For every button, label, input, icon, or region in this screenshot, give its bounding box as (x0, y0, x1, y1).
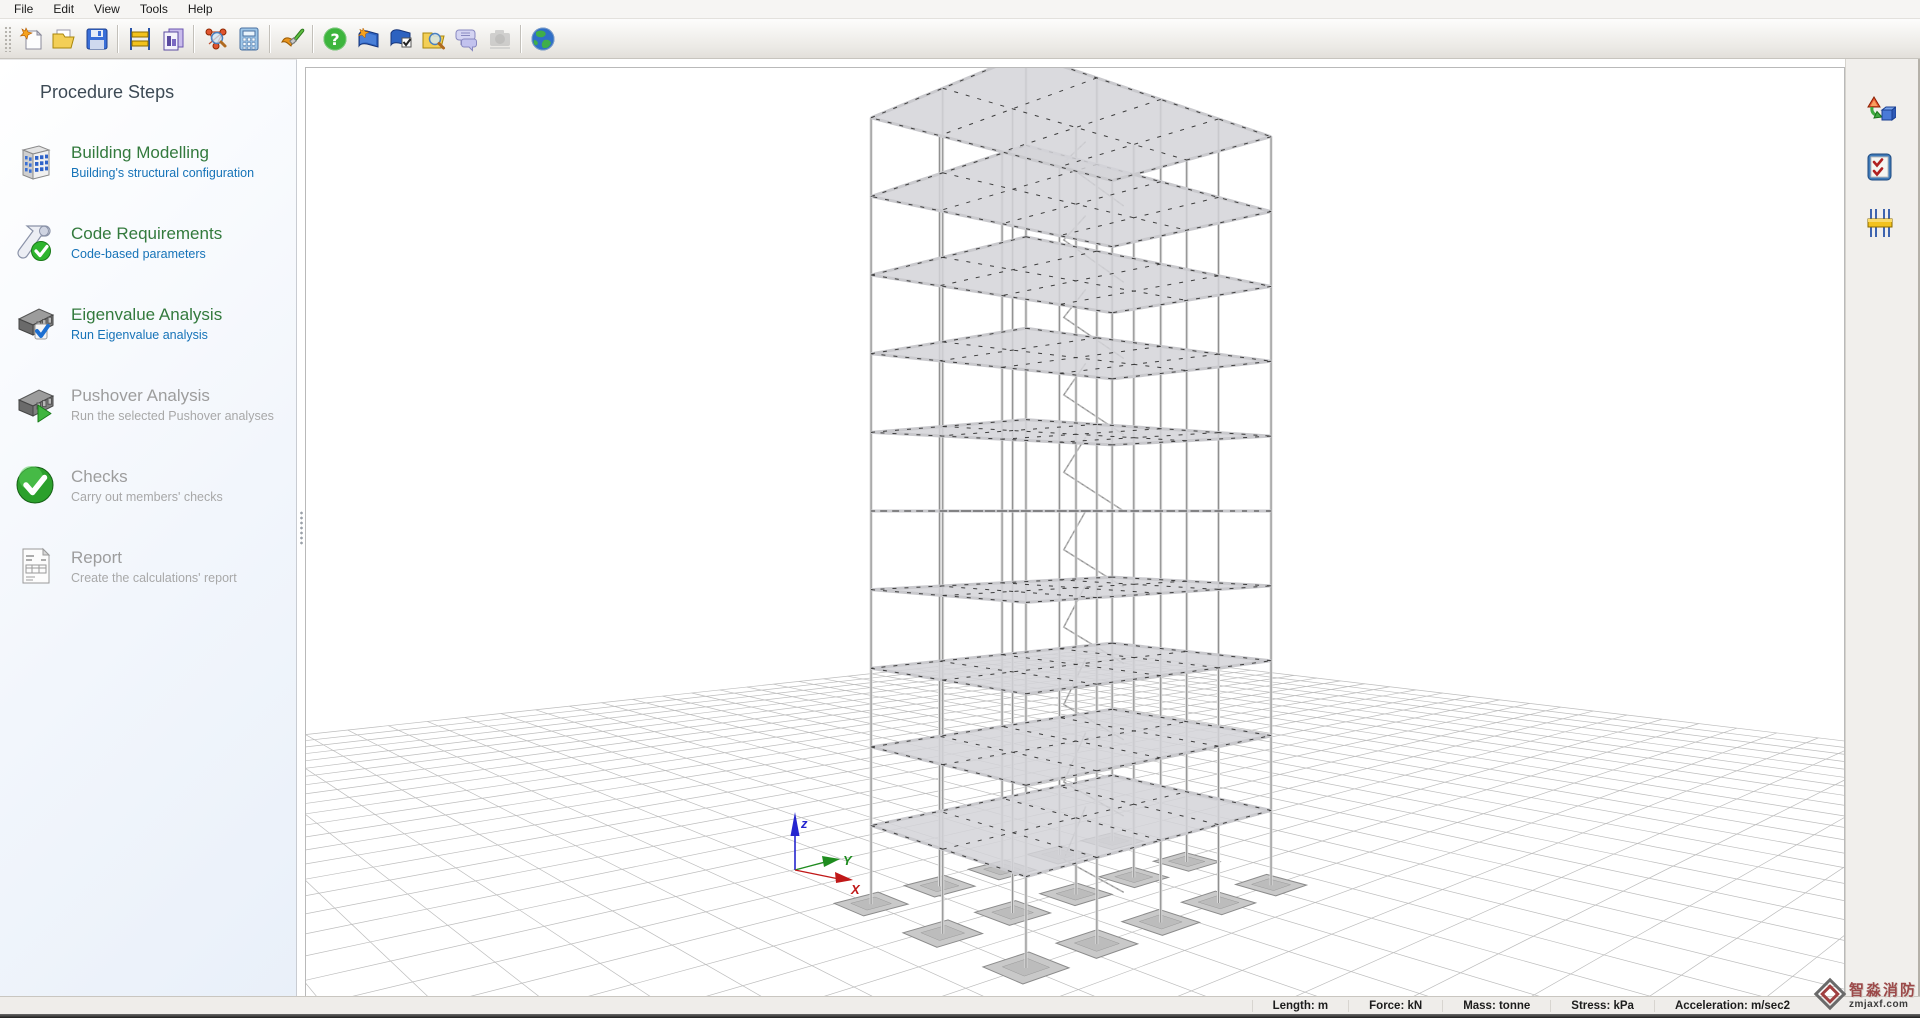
frame-section-icon (1864, 207, 1896, 242)
web-globe-icon (530, 26, 556, 52)
forum-icon (454, 26, 480, 52)
window-bottom-edge (0, 1014, 1920, 1018)
status-bar: Length: m Force: kN Mass: tonne Stress: … (0, 996, 1920, 1014)
example-browser-icon (421, 26, 447, 52)
eigenvalue-run-icon (12, 300, 58, 346)
brush-button[interactable] (275, 23, 308, 55)
svg-text:z: z (800, 816, 808, 831)
step-building-modelling[interactable]: Building Modelling Building's structural… (12, 133, 296, 189)
calculator-icon (236, 26, 262, 52)
calculator-button[interactable] (232, 23, 265, 55)
svg-text:X: X (850, 882, 861, 897)
step-subtitle: Create the calculations' report (71, 571, 237, 586)
open-project-icon (51, 26, 77, 52)
support-icon (487, 26, 513, 52)
step-eigenvalue-analysis[interactable]: Eigenvalue Analysis Run Eigenvalue analy… (12, 295, 296, 351)
menu-view[interactable]: View (84, 1, 130, 17)
save-project-button[interactable] (80, 23, 113, 55)
manual-button[interactable] (351, 23, 384, 55)
forum-button[interactable] (450, 23, 483, 55)
example-browser-button[interactable] (417, 23, 450, 55)
model-viewer-button[interactable] (199, 23, 232, 55)
building-3d-scene: z YX (306, 68, 1844, 996)
building-icon (12, 138, 58, 184)
menu-file[interactable]: File (4, 1, 43, 17)
support-button[interactable] (483, 23, 516, 55)
step-subtitle: Code-based parameters (71, 247, 222, 262)
step-pushover-analysis[interactable]: Pushover Analysis Run the selected Pusho… (12, 376, 296, 432)
toolbar-separator (312, 25, 314, 53)
content-area: Procedure Steps Building Modelling Build… (0, 59, 1920, 996)
svg-text:?: ? (330, 30, 339, 49)
watermark-logo-icon (1813, 977, 1847, 1016)
step-report[interactable]: Report Create the calculations' report (12, 538, 296, 594)
step-title: Code Requirements (71, 223, 222, 244)
checklist-icon (1864, 151, 1896, 186)
toolbar-grip[interactable] (4, 26, 11, 52)
toolbar-separator (269, 25, 271, 53)
step-subtitle: Run the selected Pushover analyses (71, 409, 274, 424)
watermark-url-text: zmjaxf.com (1849, 999, 1908, 1010)
watermark: 智淼消防 zmjaxf.com (1813, 977, 1917, 1016)
building-frame-icon (127, 26, 153, 52)
menu-edit[interactable]: Edit (43, 1, 84, 17)
manual-icon (355, 26, 381, 52)
main-toolbar: ? (0, 19, 1920, 59)
right-tool-rail (1845, 59, 1920, 996)
menu-help[interactable]: Help (178, 1, 223, 17)
web-button[interactable] (526, 23, 559, 55)
open-project-button[interactable] (47, 23, 80, 55)
building-configuration-button[interactable] (123, 23, 156, 55)
step-code-requirements[interactable]: Code Requirements Code-based parameters (12, 214, 296, 270)
step-subtitle: Building's structural configuration (71, 166, 254, 181)
step-title: Building Modelling (71, 142, 254, 163)
report-documents-icon (160, 26, 186, 52)
step-subtitle: Carry out members' checks (71, 490, 223, 505)
brush-icon (279, 26, 305, 52)
view-actions-cube-icon (1864, 95, 1896, 130)
save-icon (84, 26, 110, 52)
frame-section-button[interactable] (1862, 207, 1898, 241)
help-icon: ? (322, 26, 348, 52)
menu-bar: File Edit View Tools Help (0, 0, 1920, 19)
step-title: Eigenvalue Analysis (71, 304, 222, 325)
watermark-chinese-text: 智淼消防 (1849, 983, 1917, 999)
report-button[interactable] (156, 23, 189, 55)
model-viewer-icon (203, 26, 229, 52)
step-title: Checks (71, 466, 223, 487)
toolbar-separator (520, 25, 522, 53)
status-length-units: Length: m (1252, 1000, 1349, 1012)
tutorial-icon (388, 26, 414, 52)
new-project-button[interactable] (14, 23, 47, 55)
svg-text:Y: Y (843, 853, 853, 868)
step-title: Pushover Analysis (71, 385, 274, 406)
green-check-circle-icon (12, 462, 58, 508)
new-project-icon (18, 26, 44, 52)
report-page-icon (12, 543, 58, 589)
tutorial-button[interactable] (384, 23, 417, 55)
step-title: Report (71, 547, 237, 568)
help-button[interactable]: ? (318, 23, 351, 55)
panel-splitter[interactable] (297, 59, 305, 996)
pushover-run-icon (12, 381, 58, 427)
model-3d-viewport[interactable]: z YX (305, 67, 1845, 996)
menu-tools[interactable]: Tools (130, 1, 178, 17)
procedure-steps-title: Procedure Steps (40, 82, 296, 103)
procedure-steps-panel: Procedure Steps Building Modelling Build… (0, 59, 297, 996)
step-checks[interactable]: Checks Carry out members' checks (12, 457, 296, 513)
code-scroll-check-icon (12, 219, 58, 265)
status-force-units: Force: kN (1348, 1000, 1442, 1012)
toolbar-separator (117, 25, 119, 53)
status-mass-units: Mass: tonne (1442, 1000, 1550, 1012)
view-actions-button[interactable] (1862, 95, 1898, 129)
splitter-grip-dots (300, 511, 303, 545)
step-subtitle: Run Eigenvalue analysis (71, 328, 222, 343)
status-stress-units: Stress: kPa (1550, 1000, 1654, 1012)
application-window: File Edit View Tools Help (0, 0, 1920, 1018)
checklist-button[interactable] (1862, 151, 1898, 185)
toolbar-separator (193, 25, 195, 53)
